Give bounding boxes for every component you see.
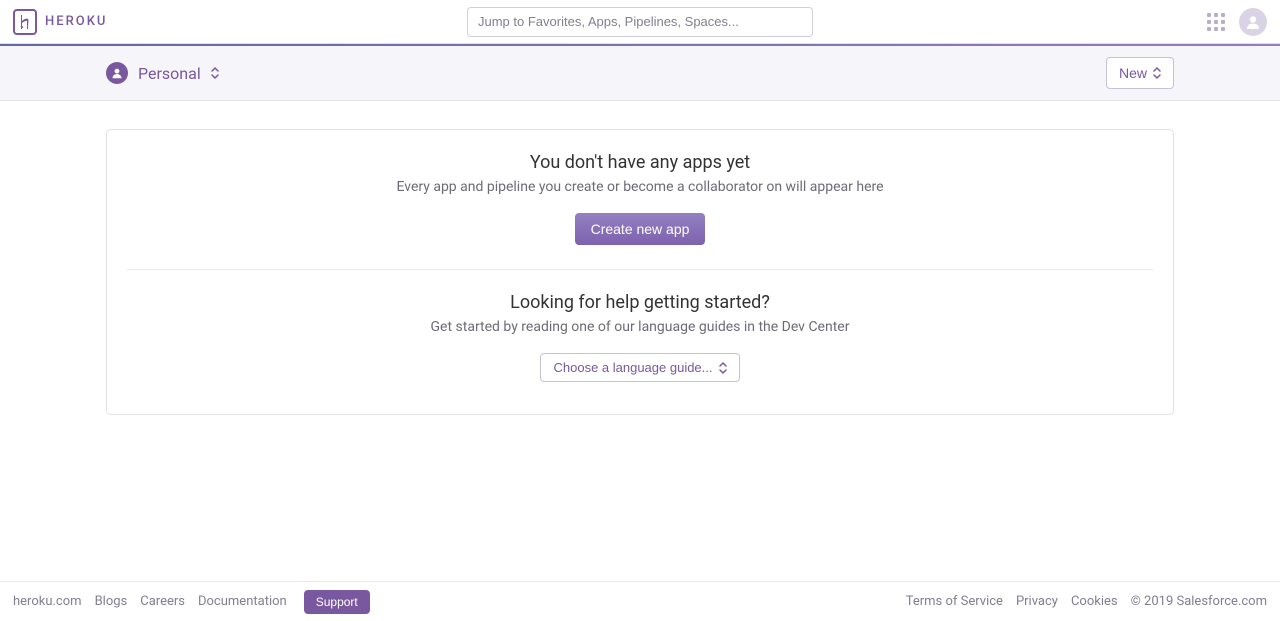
footer-link-blogs[interactable]: Blogs: [95, 594, 128, 609]
support-button[interactable]: Support: [304, 590, 370, 614]
choose-language-guide-button[interactable]: Choose a language guide...: [540, 353, 739, 382]
global-search: [467, 7, 813, 37]
empty-state-card: You don't have any apps yet Every app an…: [106, 129, 1174, 415]
create-new-app-button[interactable]: Create new app: [575, 213, 706, 245]
main-content: You don't have any apps yet Every app an…: [0, 101, 1280, 581]
divider: [127, 269, 1153, 270]
heroku-logo-link[interactable]: HEROKU: [13, 9, 107, 35]
footer-link-cookies[interactable]: Cookies: [1071, 594, 1118, 609]
footer-link-heroku[interactable]: heroku.com: [13, 594, 82, 609]
topbar-right: [1207, 8, 1267, 36]
topbar: HEROKU: [0, 0, 1280, 44]
footer-link-documentation[interactable]: Documentation: [198, 594, 287, 609]
footer: heroku.com Blogs Careers Documentation S…: [0, 581, 1280, 621]
user-avatar[interactable]: [1239, 8, 1267, 36]
help-subtitle: Get started by reading one of our langua…: [127, 319, 1153, 335]
chevrons-up-down-icon: [719, 362, 727, 374]
search-input[interactable]: [467, 7, 813, 37]
footer-link-careers[interactable]: Careers: [140, 594, 185, 609]
heroku-logo-icon: [13, 9, 37, 35]
org-name: Personal: [138, 64, 201, 83]
heroku-logo-text: HEROKU: [45, 14, 107, 29]
context-bar: Personal New: [0, 46, 1280, 101]
empty-state-subtitle: Every app and pipeline you create or bec…: [127, 179, 1153, 195]
chevrons-up-down-icon: [1153, 67, 1161, 79]
person-icon: [106, 62, 128, 84]
footer-right-links: Terms of Service Privacy Cookies © 2019 …: [906, 594, 1267, 609]
new-button[interactable]: New: [1106, 57, 1174, 89]
copyright-text: © 2019 Salesforce.com: [1131, 594, 1267, 609]
empty-state-title: You don't have any apps yet: [127, 152, 1153, 173]
help-title: Looking for help getting started?: [127, 292, 1153, 313]
footer-left-links: heroku.com Blogs Careers Documentation S…: [13, 590, 370, 614]
new-button-label: New: [1119, 65, 1147, 81]
chevrons-up-down-icon: [211, 67, 219, 79]
choose-language-guide-label: Choose a language guide...: [553, 360, 712, 375]
footer-link-terms[interactable]: Terms of Service: [906, 594, 1003, 609]
org-switcher[interactable]: Personal: [106, 62, 219, 84]
apps-launcher-icon[interactable]: [1207, 13, 1225, 31]
footer-link-privacy[interactable]: Privacy: [1016, 594, 1058, 609]
